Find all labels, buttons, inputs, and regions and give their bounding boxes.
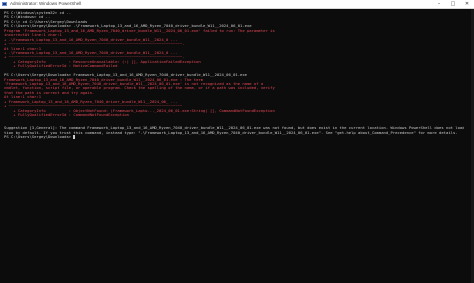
console-line-text: At line:1 char:1 xyxy=(4,46,42,51)
console-line: PS C:\Users\Sergey\Downloads> xyxy=(4,135,464,139)
console-output[interactable]: PS C:\Windows\system32> cd .. PS C:\Windo… xyxy=(4,11,464,281)
console-line-text: PS C:\Users\Sergey\Downloads> Framework_… xyxy=(4,73,247,78)
console-line-text: 'Framework_Laptop_13_and_16_AMD_Ryzen_70… xyxy=(4,82,264,86)
console-line-text: + .\Framework_Laptop_13_and_16_AMD_Ryzen… xyxy=(4,50,178,55)
console-line-text: Suggestion [3,General]: The command Fram… xyxy=(4,126,464,131)
console-line-text: PS C:\> cd C:\Users\Sergey\Downloads xyxy=(4,19,88,24)
powershell-icon xyxy=(2,2,7,6)
console-line-text: + ~~~~~~~~~~~~~~~~~~~~~~~~~~~~~~~~~~~~~~… xyxy=(4,42,185,47)
console-line-text: + CategoryInfo : ResourceUnavailable: (:… xyxy=(4,59,201,64)
console-line-text: Framework_Laptop_13_and_16_AMD_Ryzen_704… xyxy=(4,77,204,82)
console-line-text: incorrectAt line:1 char:1 xyxy=(4,33,62,38)
console-line-text: Program 'Framework_Laptop_13_and_16_AMD_… xyxy=(4,28,275,33)
window-title: Administrator: Windows PowerShell xyxy=(10,1,82,6)
console-line-text: + ~~~~~~~~~~~~~~~~~~~~~~~~~~~~~~~~~~~~~~… xyxy=(4,104,183,109)
console-line-text: cmdlet, function, script file, or operab… xyxy=(4,86,275,91)
console-line-text: PS C:\Windows> cd .. xyxy=(4,15,51,20)
maximize-button[interactable]: □ xyxy=(446,0,460,9)
console-line-text: PS C:\Users\Sergey\Downloads> xyxy=(4,135,74,140)
text-cursor xyxy=(73,135,76,139)
close-button[interactable]: ✕ xyxy=(460,0,474,9)
console-line-text: + ~~~~~~~~~~~~~~~~~~~~~~~~~~~~~~~~~~~~~~… xyxy=(4,55,185,60)
console-line-text: + FullyQualifiedErrorId : CommandNotFoun… xyxy=(4,113,129,118)
minimize-button[interactable]: – xyxy=(432,0,446,9)
console-line-text: + Framework_Laptop_13_and_16_AMD_Ryzen_7… xyxy=(4,99,178,104)
console-line-text: + FullyQualifiedErrorId : NativeCommandF… xyxy=(4,64,118,69)
console-line-text: + .\Framework_Laptop_13_and_16_AMD_Ryzen… xyxy=(4,37,178,42)
console-line-text: At line:1 char:1 xyxy=(4,95,42,100)
window-controls: – □ ✕ xyxy=(432,0,474,9)
powershell-window: Administrator: Windows PowerShell – □ ✕ … xyxy=(0,0,474,283)
console-line-text: + CategoryInfo : ObjectNotFound: (Framew… xyxy=(4,108,275,113)
console-line-text: PS C:\Users\Sergey\Downloads> .\Framewor… xyxy=(4,24,252,29)
console-line-text: PS C:\Windows\system32> cd .. xyxy=(4,11,72,15)
console-line-text: tion by default. If you trust this comma… xyxy=(4,130,458,135)
title-bar[interactable]: Administrator: Windows PowerShell – □ ✕ xyxy=(0,0,474,9)
console-line-text: that the path is correct and try again. xyxy=(4,90,95,95)
